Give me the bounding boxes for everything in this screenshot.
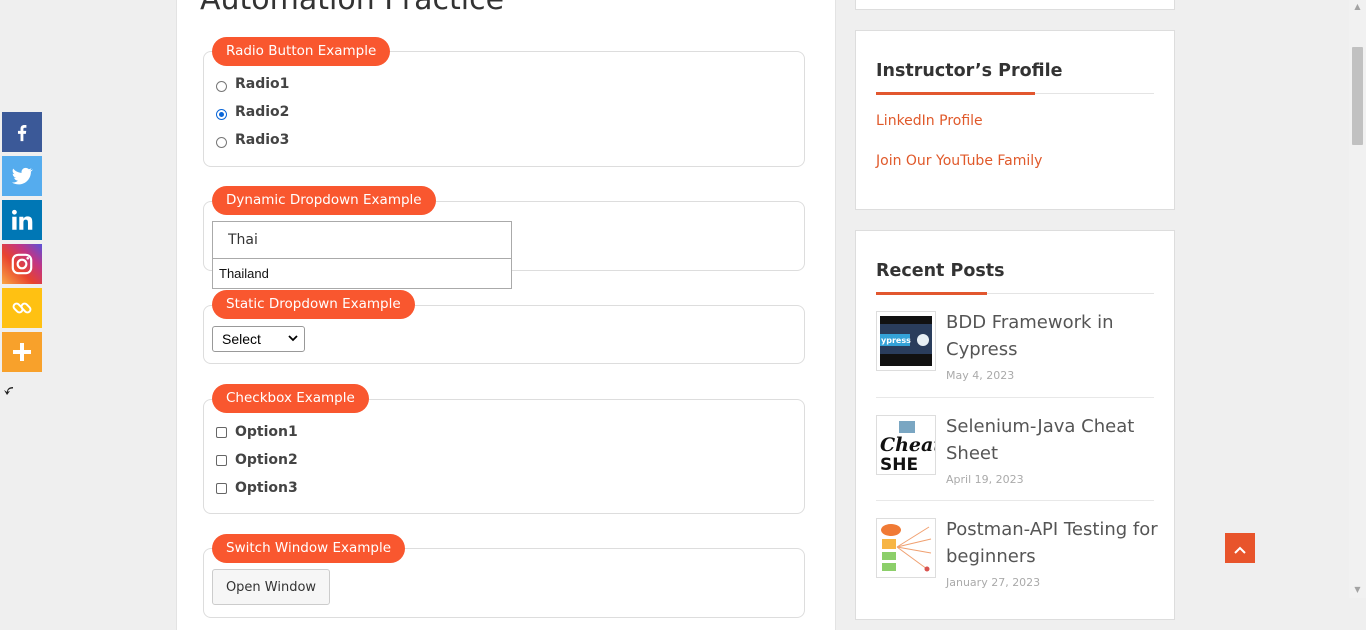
chevron-down-icon xyxy=(288,334,298,345)
facebook-share-button[interactable] xyxy=(2,112,42,152)
facebook-icon xyxy=(11,121,33,143)
radio-label: Radio1 xyxy=(235,76,290,92)
plus-icon xyxy=(11,341,33,363)
static-dropdown-select[interactable]: Select xyxy=(212,326,305,352)
youtube-family-link[interactable]: Join Our YouTube Family xyxy=(876,153,1042,169)
title-divider xyxy=(876,292,1154,295)
linkedin-icon xyxy=(9,207,35,233)
linkedin-share-button[interactable] xyxy=(2,200,42,240)
twitter-icon xyxy=(10,164,34,188)
post-thumbnail[interactable] xyxy=(876,518,936,578)
copy-link-button[interactable] xyxy=(2,288,42,328)
scrollbar-thumb[interactable] xyxy=(1352,47,1363,145)
radio-button-selected[interactable] xyxy=(216,108,227,120)
radio-legend: Radio Button Example xyxy=(212,37,391,66)
sidebar-widget-top xyxy=(855,0,1175,10)
checkbox[interactable] xyxy=(216,482,227,494)
svg-text:ypress: ypress xyxy=(881,336,911,345)
post-title-link[interactable]: BDD Framework in Cypress xyxy=(946,309,1161,363)
post-date: January 27, 2023 xyxy=(946,576,1041,589)
more-share-button[interactable] xyxy=(2,332,42,372)
autocomplete-input[interactable] xyxy=(212,221,512,259)
static-dropdown-legend: Static Dropdown Example xyxy=(212,290,415,319)
suggestion-item[interactable]: Thailand xyxy=(213,259,511,288)
autocomplete-suggestions: Thailand xyxy=(212,259,512,289)
back-to-top-button[interactable] xyxy=(1225,533,1255,563)
post-title-link[interactable]: Selenium-Java Cheat Sheet xyxy=(946,413,1161,467)
checkbox[interactable] xyxy=(216,454,227,466)
linkedin-profile-link[interactable]: LinkedIn Profile xyxy=(876,113,983,129)
post-thumbnail[interactable]: ypress xyxy=(876,311,936,371)
svg-text:SHE: SHE xyxy=(880,455,918,474)
post-divider xyxy=(876,397,1154,398)
radio-button[interactable] xyxy=(216,80,227,92)
checkbox-option-3[interactable]: Option3 xyxy=(216,480,298,496)
instagram-icon xyxy=(9,251,35,277)
checkbox-label: Option1 xyxy=(235,424,298,440)
radio-option-3[interactable]: Radio3 xyxy=(216,132,289,148)
checkbox-label: Option3 xyxy=(235,480,298,496)
checkbox-legend: Checkbox Example xyxy=(212,384,369,413)
recent-posts-title: Recent Posts xyxy=(876,261,1005,281)
twitter-share-button[interactable] xyxy=(2,156,42,196)
post-title-link[interactable]: Postman-API Testing for beginners xyxy=(946,516,1161,570)
scroll-up-arrow-icon[interactable]: ▲ xyxy=(1352,2,1363,12)
post-date: April 19, 2023 xyxy=(946,473,1024,486)
post-thumbnail[interactable]: Cheat SHE xyxy=(876,415,936,475)
instagram-share-button[interactable] xyxy=(2,244,42,284)
page-title: Automation Practice xyxy=(200,0,504,17)
open-window-button[interactable]: Open Window xyxy=(212,569,330,605)
post-date: May 4, 2023 xyxy=(946,369,1015,382)
instructor-title: Instructor’s Profile xyxy=(876,61,1063,81)
title-divider xyxy=(876,92,1154,95)
checkbox[interactable] xyxy=(216,426,227,438)
radio-option-1[interactable]: Radio1 xyxy=(216,76,289,92)
hide-share-bar-icon[interactable] xyxy=(3,385,15,400)
checkbox-label: Option2 xyxy=(235,452,298,468)
radio-button[interactable] xyxy=(216,136,227,148)
scroll-down-arrow-icon[interactable]: ▼ xyxy=(1352,585,1363,595)
radio-fieldset xyxy=(203,51,805,167)
radio-option-2[interactable]: Radio2 xyxy=(216,104,289,120)
switch-window-legend: Switch Window Example xyxy=(212,534,406,563)
svg-text:Cheat: Cheat xyxy=(880,434,935,456)
radio-label: Radio2 xyxy=(235,104,290,120)
post-divider xyxy=(876,500,1154,501)
chevron-up-icon xyxy=(1234,539,1246,558)
checkbox-option-1[interactable]: Option1 xyxy=(216,424,298,440)
link-icon xyxy=(10,296,34,320)
radio-label: Radio3 xyxy=(235,132,290,148)
select-value: Select xyxy=(222,331,261,347)
checkbox-option-2[interactable]: Option2 xyxy=(216,452,298,468)
dynamic-dropdown-legend: Dynamic Dropdown Example xyxy=(212,186,436,215)
